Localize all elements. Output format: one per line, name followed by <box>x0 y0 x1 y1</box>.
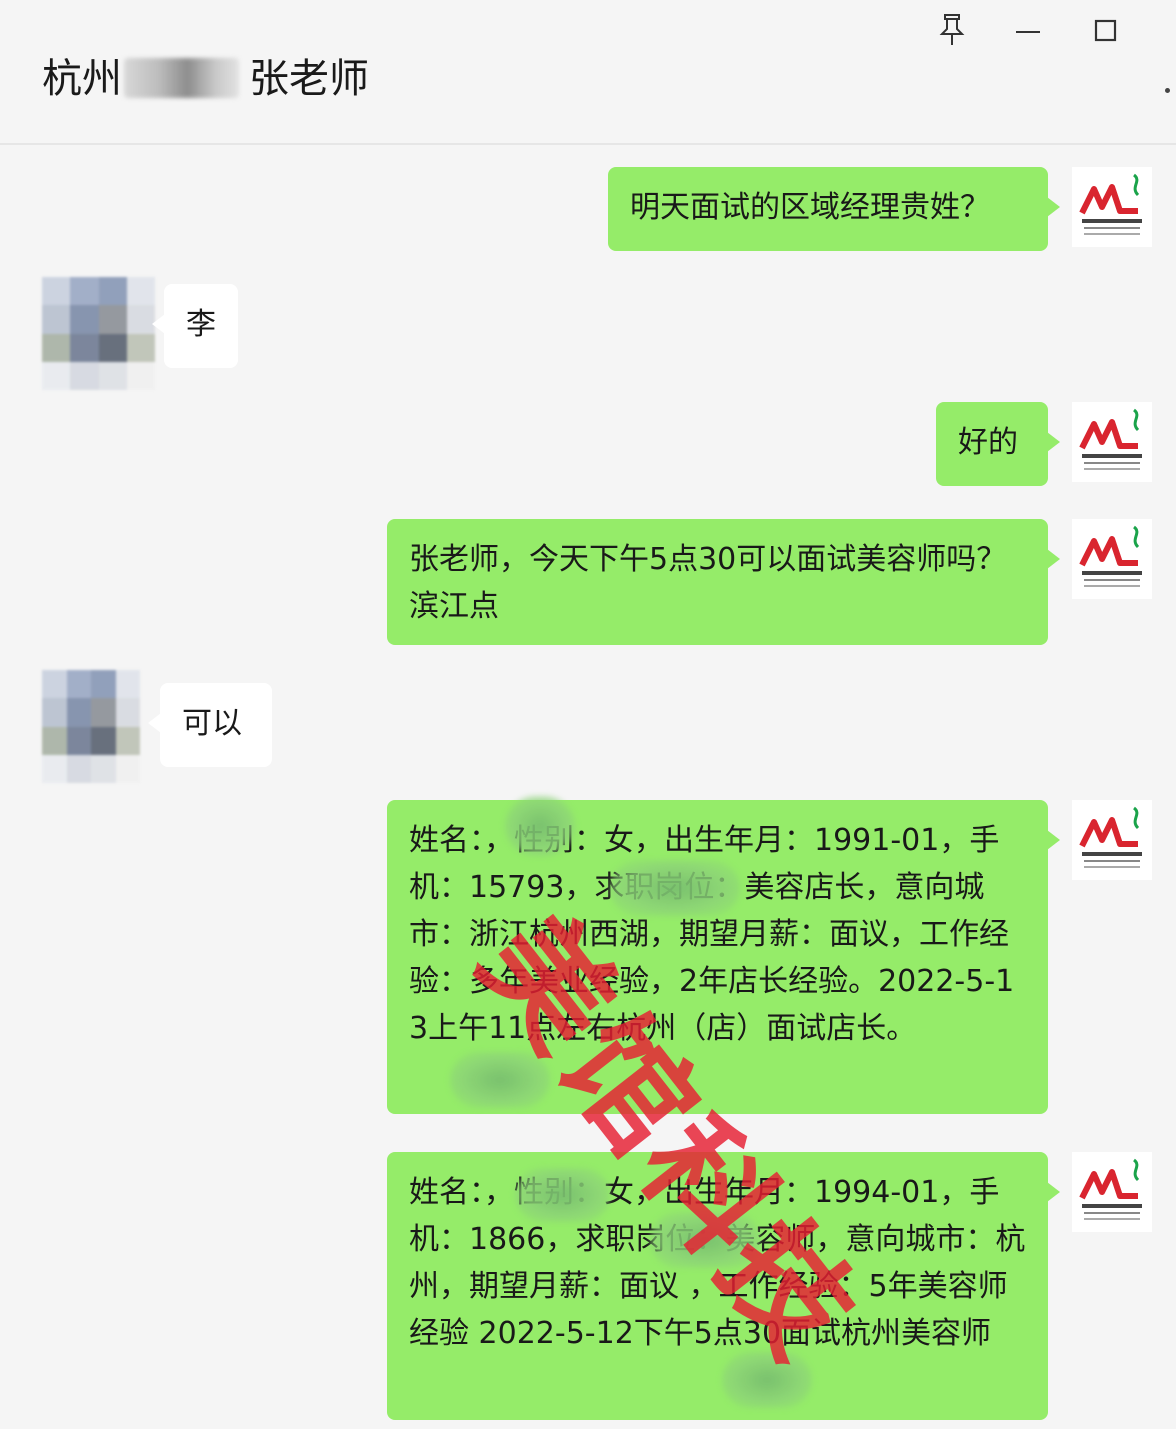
minimize-icon[interactable] <box>1008 10 1048 50</box>
self-avatar[interactable] <box>1072 519 1152 599</box>
redaction-blur <box>610 860 740 916</box>
message-bubble-sent[interactable]: 明天面试的区域经理贵姓？ <box>608 167 1060 251</box>
message-bubble-sent[interactable]: 张老师，今天下午5点30可以面试美容师吗？滨江点 <box>387 519 1060 645</box>
ml-logo-icon <box>1079 806 1142 868</box>
pin-icon[interactable] <box>932 10 972 50</box>
message-bubble-received[interactable]: 可以 <box>148 683 272 767</box>
ml-logo-icon <box>1079 1158 1142 1220</box>
more-dot-icon <box>1165 88 1170 93</box>
redaction-blur <box>722 1352 812 1408</box>
chat-title: 杭州 张老师 <box>42 46 369 104</box>
redaction-blur <box>505 796 575 856</box>
message-text: 可以 <box>182 706 242 741</box>
redaction-blur <box>450 1052 550 1108</box>
message-text: 张老师，今天下午5点30可以面试美容师吗？滨江点 <box>409 542 1007 624</box>
contact-avatar[interactable] <box>42 277 155 390</box>
message-text: 明天面试的区域经理贵姓？ <box>630 190 990 225</box>
chat-title-suffix: 张老师 <box>249 56 369 102</box>
message-bubble-sent[interactable]: 好的 <box>936 402 1060 486</box>
ml-logo-icon <box>1079 173 1142 235</box>
title-bar: 杭州 张老师 <box>0 0 1176 145</box>
maximize-icon[interactable] <box>1086 10 1126 50</box>
message-text: 姓名：，性别：女，出生年月：1991-01，手机：15793，求职岗位：美容店长… <box>409 823 1015 1046</box>
ml-logo-icon <box>1079 525 1142 587</box>
contact-avatar[interactable] <box>42 670 140 783</box>
chat-title-prefix: 杭州 <box>42 56 122 102</box>
redaction-blur <box>515 1168 610 1222</box>
message-bubble-sent[interactable]: 姓名：，性别：女，出生年月：1994-01，手机：1866，求职岗位：美容师，意… <box>387 1152 1060 1420</box>
title-redaction <box>124 58 239 98</box>
self-avatar[interactable] <box>1072 402 1152 482</box>
message-text: 好的 <box>958 425 1018 460</box>
self-avatar[interactable] <box>1072 1152 1152 1232</box>
self-avatar[interactable] <box>1072 167 1152 247</box>
self-avatar[interactable] <box>1072 800 1152 880</box>
ml-logo-icon <box>1079 408 1142 470</box>
redaction-blur <box>650 1212 760 1268</box>
message-text: 李 <box>186 307 216 342</box>
message-bubble-received[interactable]: 李 <box>152 284 238 368</box>
